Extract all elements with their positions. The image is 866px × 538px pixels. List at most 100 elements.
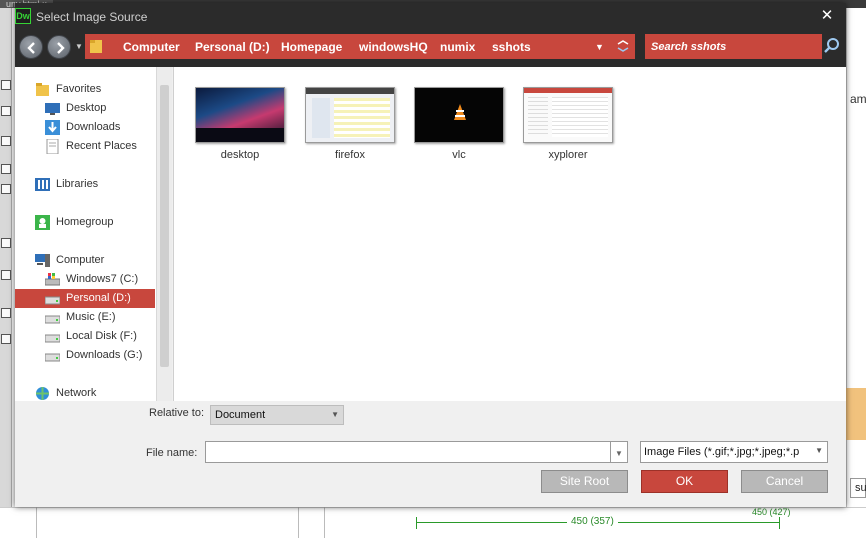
dialog-titlebar[interactable]: Dw Select Image Source ✕ — [15, 3, 846, 31]
tool-icon[interactable] — [1, 308, 11, 318]
back-button[interactable] — [19, 35, 43, 59]
navigation-scrollbar[interactable] — [156, 67, 172, 401]
arrow-left-icon — [27, 42, 35, 54]
drive-icon — [45, 296, 60, 305]
nav-drive-g[interactable]: Downloads (G:) — [15, 346, 155, 365]
background-right-panel — [846, 8, 866, 538]
tool-icon[interactable] — [1, 184, 11, 194]
thumbnail — [523, 87, 613, 143]
relative-to-row: Relative to: Document ▼ — [15, 401, 846, 433]
file-name-label: firefox — [335, 149, 365, 161]
background-tools-panel — [0, 8, 12, 538]
ruler-label: 450 (357) — [567, 516, 618, 527]
file-name-label: xyplorer — [548, 149, 588, 161]
refresh-icon[interactable] — [615, 38, 631, 54]
arrow-right-icon — [57, 42, 65, 54]
close-button[interactable]: ✕ — [818, 7, 836, 25]
file-list-pane: desktop firefox vlc xyplorer — [173, 67, 846, 401]
windows-drive-icon — [45, 273, 60, 286]
breadcrumb-homepage[interactable]: Homepage — [281, 40, 342, 54]
search-icon[interactable] — [823, 37, 841, 55]
nav-label: Windows7 (C:) — [66, 273, 139, 285]
chevron-down-icon: ▼ — [615, 449, 623, 458]
background-guide — [324, 507, 325, 538]
nav-favorites[interactable]: Favorites — [15, 80, 155, 99]
file-name-label: vlc — [452, 149, 466, 161]
site-root-button[interactable]: Site Root — [541, 470, 628, 493]
nav-label: Desktop — [66, 102, 107, 114]
ok-button[interactable]: OK — [641, 470, 728, 493]
forward-button[interactable] — [47, 35, 71, 59]
history-dropdown-icon[interactable]: ▼ — [75, 42, 83, 51]
nav-recent-places[interactable]: Recent Places — [15, 137, 155, 156]
thumbnail — [195, 87, 285, 143]
file-name-dropdown[interactable]: ▼ — [611, 441, 628, 463]
nav-drive-f[interactable]: Local Disk (F:) — [15, 327, 155, 346]
file-name-label: File name: — [146, 447, 198, 459]
file-type-select[interactable]: Image Files (*.gif;*.jpg;*.jpeg;*.p ▼ — [640, 441, 828, 463]
navigation-pane: Favorites Desktop Downloads Recent Place… — [15, 67, 172, 401]
nav-drive-c[interactable]: Windows7 (C:) — [15, 270, 155, 289]
nav-downloads[interactable]: Downloads — [15, 118, 155, 137]
file-name-label: desktop — [220, 149, 260, 161]
tool-icon[interactable] — [1, 164, 11, 174]
thumbnail-detail — [306, 88, 394, 94]
nav-label: Favorites — [56, 83, 102, 95]
search-placeholder: Search sshots — [651, 41, 727, 53]
nav-label: Personal (D:) — [66, 292, 131, 304]
tool-icon[interactable] — [1, 334, 11, 344]
tool-icon[interactable] — [1, 270, 11, 280]
file-type-value: Image Files (*.gif;*.jpg;*.jpeg;*.p — [644, 446, 800, 458]
relative-to-label: Relative to: — [149, 407, 205, 419]
nav-computer[interactable]: Computer — [15, 251, 155, 270]
file-name-input[interactable] — [205, 441, 611, 463]
nav-drive-d[interactable]: Personal (D:) — [15, 289, 155, 308]
breadcrumb-windowshq[interactable]: windowsHQ — [359, 40, 428, 54]
drive-icon — [45, 353, 60, 362]
recent-places-icon — [46, 139, 59, 154]
background-ruler-label-top: 450 (427) — [752, 507, 791, 517]
nav-homegroup[interactable]: Homegroup — [15, 213, 155, 232]
dreamweaver-logo: Dw — [15, 8, 31, 24]
nav-label: Homegroup — [56, 216, 114, 228]
tool-icon[interactable] — [1, 238, 11, 248]
address-history-dropdown-icon[interactable]: ▼ — [595, 42, 604, 52]
nav-label: Libraries — [56, 178, 99, 190]
nav-label: Downloads (G:) — [66, 349, 143, 361]
breadcrumb-sshots[interactable]: sshots — [492, 40, 531, 54]
network-icon — [36, 387, 49, 400]
relative-to-select[interactable]: Document ▼ — [210, 405, 344, 425]
tool-icon[interactable] — [1, 136, 11, 146]
tool-icon[interactable] — [1, 106, 11, 116]
thumbnail-detail — [528, 97, 548, 137]
breadcrumb-computer[interactable]: Computer — [123, 40, 180, 54]
select-image-source-dialog: Dw Select Image Source ✕ ▼ Computer Pers… — [15, 3, 846, 507]
file-item-xyplorer[interactable]: xyplorer — [522, 87, 614, 161]
search-input[interactable]: Search sshots — [645, 34, 822, 59]
background-highlight — [846, 388, 866, 440]
file-item-desktop[interactable]: desktop — [194, 87, 286, 161]
thumbnail — [305, 87, 395, 143]
star-folder-icon — [36, 83, 49, 96]
breadcrumb-numix[interactable]: numix — [440, 40, 475, 54]
thumbnail — [414, 87, 504, 143]
nav-libraries[interactable]: Libraries — [15, 175, 155, 194]
computer-icon — [35, 254, 50, 267]
scrollbar-thumb[interactable] — [160, 85, 169, 367]
libraries-icon — [35, 178, 50, 191]
breadcrumb-personal-d[interactable]: Personal (D:) — [195, 40, 270, 54]
tool-icon[interactable] — [1, 80, 11, 90]
thumbnail-detail — [196, 128, 284, 142]
cancel-button[interactable]: Cancel — [741, 470, 828, 493]
nav-drive-e[interactable]: Music (E:) — [15, 308, 155, 327]
background-guide — [36, 507, 37, 538]
folder-icon — [90, 40, 102, 53]
nav-desktop[interactable]: Desktop — [15, 99, 155, 118]
thumbnail-detail — [312, 98, 330, 138]
nav-label: Computer — [56, 254, 105, 266]
thumbnail-detail — [552, 97, 608, 137]
file-item-vlc[interactable]: vlc — [413, 87, 505, 161]
background-button[interactable]: su — [850, 478, 866, 498]
file-item-firefox[interactable]: firefox — [304, 87, 396, 161]
address-bar[interactable]: Computer Personal (D:) Homepage windowsH… — [85, 34, 635, 59]
